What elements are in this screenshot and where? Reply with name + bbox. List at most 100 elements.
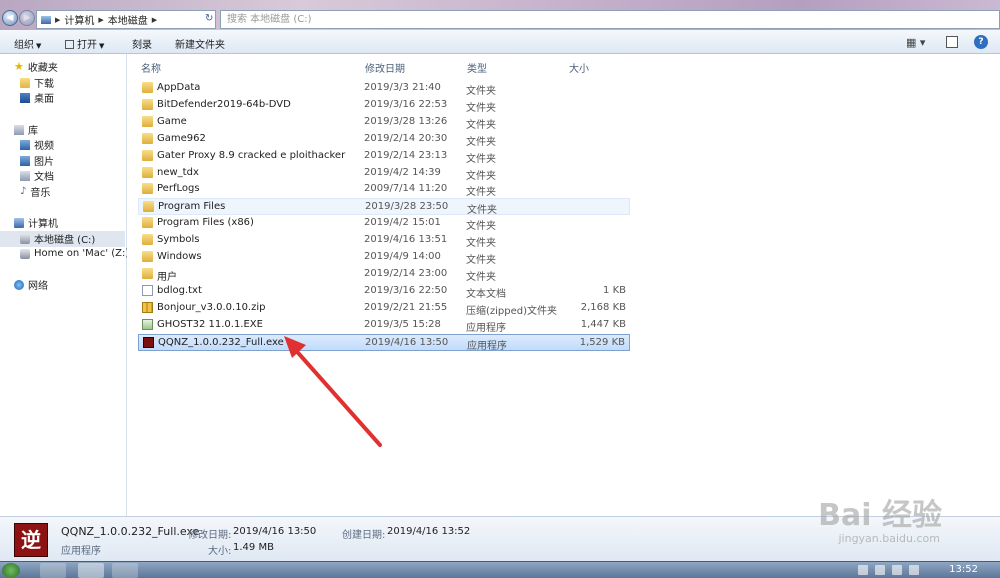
file-row[interactable]: Bonjour_v3.0.0.10.zip 2019/2/21 21:55 压缩(z… — [138, 300, 630, 317]
file-name: BitDefender2019-64b-DVD — [157, 98, 291, 110]
library-icon — [14, 124, 24, 135]
picture-icon — [20, 155, 30, 166]
file-row[interactable]: Program Files 2019/3/28 23:50 文件夹 — [138, 198, 630, 216]
open-button[interactable]: 打开 ▼ — [65, 36, 104, 51]
file-row[interactable]: BitDefender2019-64b-DVD 2019/3/16 22:53 文件… — [138, 97, 630, 114]
detail-created-value: 2019/4/16 13:52 — [387, 526, 471, 537]
file-modified: 2019/2/14 23:00 — [364, 267, 448, 279]
file-row[interactable]: Symbols 2019/4/16 13:51 文件夹 — [138, 232, 630, 249]
command-toolbar: 组织 ▼ 打开 ▼ 刻录 新建文件夹 ▦ ▾ ? — [0, 30, 1000, 54]
file-row[interactable]: 用户 2019/2/14 23:00 文件夹 — [138, 266, 630, 283]
detail-modified-label: 修改日期: — [188, 530, 232, 541]
nav-favorites[interactable]: ★ 收藏夹 — [14, 59, 58, 74]
folder-icon — [142, 251, 153, 262]
file-modified: 2019/3/28 13:26 — [364, 115, 448, 127]
nav-downloads[interactable]: 下载 — [20, 75, 54, 90]
computer-icon — [41, 15, 51, 24]
address-bar[interactable]: ▶ 计算机 ▶ 本地磁盘 ▶ — [36, 10, 216, 29]
file-size: 2,168 KB — [580, 301, 626, 313]
music-icon: ♪ — [20, 186, 27, 197]
file-name: new_tdx — [157, 166, 199, 178]
nav-desktop[interactable]: 桌面 — [20, 90, 54, 105]
file-type: 文件夹 — [466, 153, 496, 165]
breadcrumb-computer[interactable]: 计算机 — [64, 12, 94, 27]
file-type: 文件夹 — [466, 136, 496, 148]
file-modified: 2019/3/16 22:53 — [364, 98, 448, 110]
file-type: 文件夹 — [466, 86, 496, 97]
folder-icon — [142, 267, 153, 279]
column-size[interactable]: 大小 — [569, 60, 589, 75]
downloads-folder-icon — [20, 77, 30, 88]
file-row[interactable]: GHOST32 11.0.1.EXE 2019/3/5 15:28 应用程序 1,44… — [138, 317, 630, 334]
file-type: 文件夹 — [466, 238, 496, 250]
view-options-icon[interactable]: ▦ ▾ — [906, 36, 925, 49]
folder-icon — [143, 201, 154, 213]
search-input[interactable]: 搜索 本地磁盘 (C:) — [220, 10, 1000, 29]
qqnz-exe-icon: 逆 — [14, 523, 48, 557]
file-row[interactable]: Windows 2019/4/9 14:00 文件夹 — [138, 249, 630, 266]
nav-music[interactable]: ♪ 音乐 — [20, 184, 50, 199]
file-row[interactable]: Program Files (x86) 2019/4/2 15:01 文件夹 — [138, 215, 630, 232]
nav-network[interactable]: 网络 — [14, 277, 48, 292]
new-folder-button[interactable]: 新建文件夹 — [175, 36, 225, 51]
tray-icon[interactable] — [858, 565, 868, 575]
file-row[interactable]: bdlog.txt 2019/3/16 22:50 文本文档 1 KB — [138, 283, 630, 300]
forward-button[interactable]: ▶ — [19, 10, 35, 26]
file-row[interactable]: QQNZ_1.0.0.232_Full.exe 2019/4/16 13:50 应用… — [138, 333, 630, 352]
nav-videos[interactable]: 视频 — [20, 137, 54, 152]
file-type: 应用程序 — [467, 340, 507, 352]
file-row[interactable]: Game962 2019/2/14 20:30 文件夹 — [138, 131, 630, 148]
file-row[interactable]: AppData 2019/3/3 21:40 文件夹 — [138, 80, 630, 97]
file-type: 文件夹 — [466, 102, 496, 114]
nav-libraries[interactable]: 库 — [14, 122, 38, 137]
chevron-right-icon: ▶ — [55, 15, 61, 24]
column-name[interactable]: 名称 — [141, 60, 161, 75]
breadcrumb-local-disk[interactable]: 本地磁盘 — [108, 12, 148, 27]
document-icon — [20, 170, 30, 181]
explorer-taskbar-icon[interactable] — [78, 563, 104, 578]
file-type: 文件夹 — [466, 187, 496, 199]
baidu-watermark: Bai 经验 — [818, 498, 942, 533]
start-button[interactable] — [2, 563, 20, 578]
nav-computer[interactable]: 计算机 — [14, 215, 58, 230]
nav-documents[interactable]: 文档 — [20, 168, 54, 183]
file-name: 用户 — [157, 271, 177, 283]
chevron-down-icon: ▼ — [99, 42, 105, 50]
file-list-pane: 名称 修改日期 类型 大小 AppData 2019/3/3 21:40 文件夹 Bi… — [127, 54, 1000, 516]
file-row[interactable]: Gater Proxy 8.9 cracked e ploithacker 201… — [138, 148, 630, 165]
folder-icon — [142, 149, 153, 161]
detail-modified-value: 2019/4/16 13:50 — [233, 526, 317, 537]
taskbar-clock[interactable]: 13:52 — [949, 564, 978, 575]
file-name: PerfLogs — [157, 183, 200, 195]
media-player-taskbar-icon[interactable] — [112, 563, 138, 578]
network-tray-icon[interactable] — [909, 565, 919, 575]
file-size: 1,447 KB — [580, 318, 626, 330]
volume-icon[interactable] — [892, 565, 902, 575]
help-icon[interactable]: ? — [974, 35, 988, 49]
organize-button[interactable]: 组织 ▼ — [14, 36, 41, 51]
file-type: 文本文档 — [466, 288, 506, 300]
refresh-icon[interactable]: ↻ — [205, 13, 213, 24]
nav-mac-share[interactable]: Home on 'Mac' (Z:) — [20, 246, 129, 261]
tray-icon[interactable] — [875, 565, 885, 575]
file-modified: 2019/4/16 13:51 — [364, 234, 448, 246]
back-button[interactable]: ◀ — [2, 10, 18, 26]
file-modified: 2019/3/3 21:40 — [364, 82, 441, 93]
ie-taskbar-icon[interactable] — [40, 563, 66, 578]
nav-local-disk[interactable]: 本地磁盘 (C:) — [20, 231, 95, 246]
taskbar: 13:52 — [0, 561, 1000, 578]
file-row[interactable]: Game 2019/3/28 13:26 文件夹 — [138, 114, 630, 131]
file-type: 文件夹 — [466, 255, 496, 266]
file-type: 文件夹 — [466, 170, 496, 182]
preview-pane-icon[interactable] — [946, 36, 958, 48]
column-modified[interactable]: 修改日期 — [365, 60, 405, 75]
file-name: Game — [157, 115, 187, 127]
burn-button[interactable]: 刻录 — [132, 36, 152, 51]
column-type[interactable]: 类型 — [467, 60, 487, 75]
file-row[interactable]: new_tdx 2019/4/2 14:39 文件夹 — [138, 165, 630, 182]
file-name: GHOST32 11.0.1.EXE — [157, 318, 263, 330]
file-row[interactable]: PerfLogs 2009/7/14 11:20 文件夹 — [138, 181, 630, 198]
file-modified: 2019/4/16 13:50 — [365, 336, 449, 348]
video-icon — [20, 139, 30, 150]
nav-pictures[interactable]: 图片 — [20, 153, 54, 168]
